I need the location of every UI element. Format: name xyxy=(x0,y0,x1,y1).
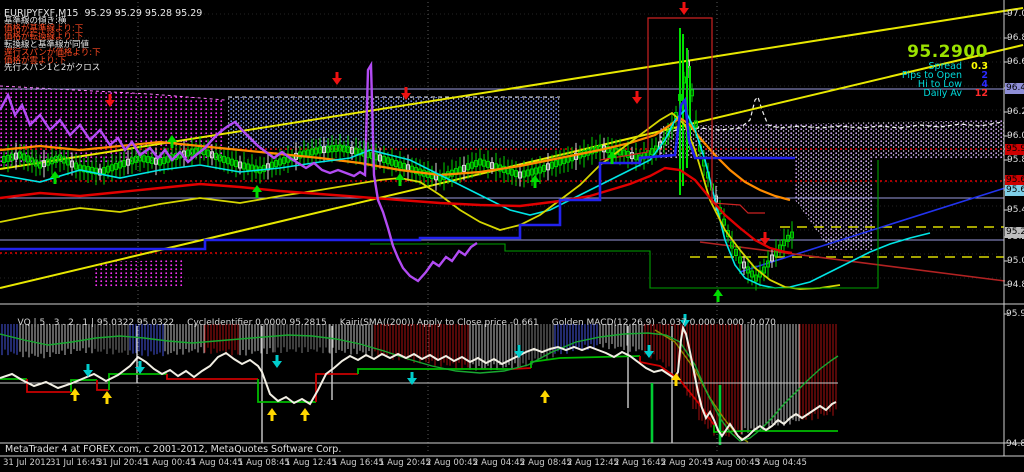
time-axis-label: 2 Aug 08:45 xyxy=(520,458,572,468)
vq-indicator-label: VQ | 5 . 3 . 2 . 1 | 95.0322 95.0322 xyxy=(17,318,174,328)
time-axis-label: 1 Aug 04:45 xyxy=(191,458,243,468)
time-axis-label: 3 Aug 00:45 xyxy=(708,458,760,468)
price-axis-label: 97.05 xyxy=(1007,9,1024,20)
price-axis-label: 94.85 xyxy=(1007,280,1024,291)
ichimoku-cloud xyxy=(0,86,1004,288)
time-axis-label: 2 Aug 00:45 xyxy=(426,458,478,468)
time-axis-label: 1 Aug 16:45 xyxy=(332,458,384,468)
indicator-values-header: VQ | 5 . 3 . 2 . 1 | 95.0322 95.0322 Cycl… xyxy=(6,308,789,338)
time-axis-label: 1 Aug 08:45 xyxy=(238,458,290,468)
time-axis-label: 31 Jul 20:45 xyxy=(97,458,148,468)
price-axis-label: 96.85 xyxy=(1007,33,1024,44)
quote-label: Daily Av xyxy=(923,89,962,98)
time-axis-label: 31 Jul 2012 xyxy=(3,458,51,468)
price-axis-label: 96.25 xyxy=(1007,107,1024,118)
price-axis-label: 95.45 xyxy=(1007,205,1024,216)
price-axis-label: 95.63 xyxy=(1005,185,1024,196)
price-axis-label: 95.85 xyxy=(1007,155,1024,166)
price-axis-label: 94.8327 xyxy=(1006,439,1024,449)
ichimoku-status-line-7: 先行スパン1と2がクロス xyxy=(4,65,101,73)
time-axis-label: 2 Aug 16:45 xyxy=(614,458,666,468)
chart-canvas[interactable] xyxy=(0,0,1024,472)
quote-row-daily-av: Daily Av12 xyxy=(902,89,988,98)
price-axis-label: 96.44 xyxy=(1005,83,1024,94)
price-axis-label: 96.05 xyxy=(1007,131,1024,142)
kairi-label: Kairi(SMA((200)) Apply to Close price -0… xyxy=(340,318,539,328)
price-axis-label: 95.97 xyxy=(1005,144,1024,155)
time-axis-label: 3 Aug 04:45 xyxy=(755,458,807,468)
cycleidentifier-label: CycleIdentifier 0.0000 95.2815 xyxy=(187,318,327,328)
copyright-watermark: MetaTrader 4 at FOREX.com, c 2001-2012, … xyxy=(5,444,341,455)
price-axis-label: 95.29 xyxy=(1005,227,1024,238)
price-axis-label: 95.05 xyxy=(1007,256,1024,267)
price-axis-label: 96.65 xyxy=(1007,57,1024,68)
time-axis-label: 2 Aug 20:45 xyxy=(661,458,713,468)
sub-indicator-panel[interactable] xyxy=(0,324,838,445)
price-axis-label: 95.9332 xyxy=(1006,309,1024,319)
time-axis-label: 1 Aug 00:45 xyxy=(144,458,196,468)
time-axis-label: 2 Aug 12:45 xyxy=(567,458,619,468)
golden-macd-label: Golden MACD(12,26,9) -0.037 0.000 0.000 … xyxy=(552,318,776,328)
current-price-display: 95.2900 xyxy=(902,42,988,62)
time-axis-label: 1 Aug 20:45 xyxy=(379,458,431,468)
quote-value: 12 xyxy=(962,89,988,98)
time-axis-label: 1 Aug 12:45 xyxy=(285,458,337,468)
time-axis-label: 31 Jul 16:45 xyxy=(50,458,101,468)
mt4-chart-window: EURJPYFXF,M15 95.29 95.29 95.28 95.29 基準… xyxy=(0,0,1024,472)
quote-info-panel: 95.2900 Spread0.3Pips to Open2Hi to Low4… xyxy=(902,42,988,98)
time-axis-label: 2 Aug 04:45 xyxy=(473,458,525,468)
ichimoku-status-panel: 基準線の傾き:横価格が基準線より:下価格が転換線より:下転換線と基準線が同値遅行… xyxy=(4,18,101,73)
